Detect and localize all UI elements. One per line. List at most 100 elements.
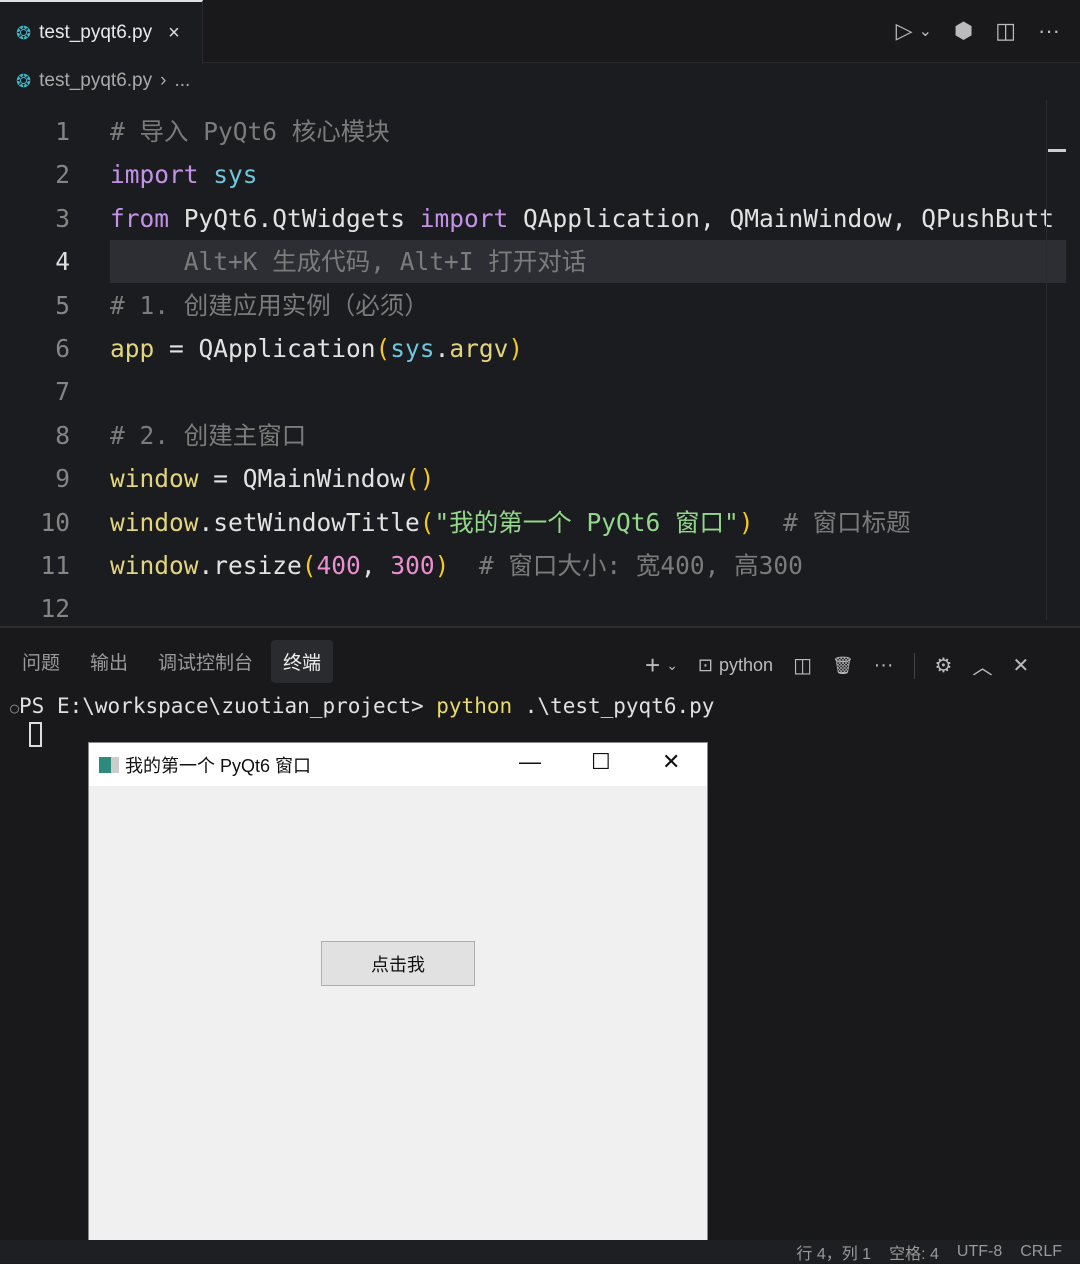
code-line[interactable]: # 1. 创建应用实例（必须） [110,284,429,327]
code-token: import [110,160,199,190]
code-token: "我的第一个 PyQt6 窗口" [434,507,739,537]
code-line[interactable]: Alt+K 生成代码, Alt+I 打开对话 [110,240,587,283]
app-icon [99,756,119,773]
code-token: argv [449,334,509,363]
status-dot-icon: ○ [10,699,20,717]
code-token: # 窗口标题 [753,507,911,537]
close-icon[interactable]: × [168,22,180,45]
line-number: 9 [55,464,70,494]
code-token: ) [738,507,754,537]
python-file-icon: ❂ [16,22,32,43]
run-icon[interactable]: ▷ [896,18,913,44]
code-token: ( [419,507,435,537]
code-line[interactable]: # 2. 创建主窗口 [110,414,306,457]
code-token: = QMainWindow [198,464,406,494]
code-token: () [405,464,435,494]
chevron-down-icon[interactable]: ⌄ [919,21,932,41]
breadcrumb: ❂ test_pyqt6.py › ... [16,70,190,92]
line-number: 1 [55,117,70,146]
code-token: . [434,334,450,363]
code-token: sys [213,160,258,190]
code-token: window [110,464,199,494]
split-editor-icon[interactable]: ◫ [995,18,1016,44]
code-token: ) [508,334,524,363]
split-terminal-icon[interactable]: ◫ [793,653,812,678]
code-token: PyQt6.QtWidgets [169,203,420,233]
divider [913,652,915,679]
tab-terminal[interactable]: 终端 [271,640,334,683]
cursor-position[interactable]: 行 4，列 1 [796,1240,871,1264]
add-terminal-icon[interactable]: + [645,650,660,681]
tab-debug-console[interactable]: 调试控制台 [146,640,265,683]
chevron-right-icon: › [160,70,167,91]
code-token: # 导入 PyQt6 核心模块 [110,117,390,146]
more-icon[interactable]: ··· [1038,18,1060,44]
maximize-icon[interactable]: ☐ [591,749,611,775]
settings-icon[interactable]: ⚙ [935,653,953,678]
close-panel-icon[interactable]: ✕ [1012,653,1029,678]
code-line[interactable]: window.resize(400, 300) # 窗口大小: 宽400, 高3… [110,544,803,587]
line-number: 10 [40,507,70,537]
terminal-cursor [29,722,42,747]
tab-test-pyqt6[interactable]: ❂ test_pyqt6.py × [0,0,203,64]
code-token: window [110,551,199,580]
line-number: 2 [55,160,70,190]
line-number: 3 [55,203,70,233]
code-token: .setWindowTitle [198,507,420,537]
prompt: PS E:\workspace\zuotian_project> [19,694,437,718]
command: python [436,694,513,718]
qt-titlebar[interactable]: 我的第一个 PyQt6 窗口 — ☐ ✕ [89,743,707,786]
extension-icon[interactable]: ⬢ [954,18,973,44]
maximize-panel-icon[interactable]: ︿ [972,651,992,680]
code-token: # 2. 创建主窗口 [110,420,307,450]
code-line[interactable]: # 导入 PyQt6 核心模块 [110,110,390,153]
code-line[interactable]: app = QApplication(sys.argv) [110,327,523,370]
code-token: Alt+K 生成代码, Alt+I 打开对话 [110,247,587,277]
shell-name: python [719,655,774,675]
code-token: ( [375,334,391,363]
code-token: ( [301,551,317,580]
tab-output[interactable]: 输出 [78,640,140,683]
code-token: 400 [316,551,361,580]
line-number: 6 [55,334,70,363]
encoding[interactable]: UTF-8 [957,1243,1002,1261]
scroll-cursor-marker [1048,149,1066,152]
chevron-down-icon[interactable]: ⌄ [666,657,678,674]
code-token: app [110,334,155,363]
code-token: window [110,507,199,537]
line-ending[interactable]: CRLF [1020,1243,1062,1261]
code-token: = QApplication [154,334,376,363]
click-me-button[interactable]: 点击我 [321,941,475,986]
terminal-output[interactable]: ○PS E:\workspace\zuotian_project> python… [10,694,714,718]
close-icon[interactable]: ✕ [662,749,680,775]
code-token: , [360,551,391,580]
code-token: ) [434,551,450,580]
code-line[interactable]: window.setWindowTitle("我的第一个 PyQt6 窗口") … [110,501,911,544]
code-token: sys [390,334,435,363]
more-icon[interactable]: ··· [874,654,894,677]
tab-problems[interactable]: 问题 [10,640,72,683]
line-number: 11 [40,551,70,580]
code-token: from [110,203,170,233]
breadcrumb-more[interactable]: ... [174,70,190,92]
line-number: 4 [55,247,70,277]
code-token: QApplication, QMainWindow, QPushButt [508,203,1055,233]
indentation[interactable]: 空格: 4 [889,1240,939,1264]
qt-window-title: 我的第一个 PyQt6 窗口 [125,755,312,776]
trash-icon[interactable]: 🗑 [832,656,854,676]
minimize-icon[interactable]: — [519,749,541,775]
code-token: import [419,203,509,233]
editor-actions: ▷ ⌄ ⬢ ◫ ··· [896,18,1060,44]
terminal-icon: ⊡ [697,655,714,675]
scrollbar[interactable] [1046,100,1068,620]
code-line[interactable]: from PyQt6.QtWidgets import QApplication… [110,197,1054,240]
code-line[interactable]: import sys [110,153,258,196]
code-token: # 窗口大小: 宽400, 高300 [449,551,803,580]
code-token: .resize [198,551,302,580]
code-line[interactable]: window = QMainWindow() [110,457,435,500]
terminal-instance[interactable]: ⊡ python [698,655,773,676]
breadcrumb-file[interactable]: test_pyqt6.py [39,70,152,92]
qt-window: 我的第一个 PyQt6 窗口 — ☐ ✕ 点击我 [88,742,708,1250]
tab-label: test_pyqt6.py [39,22,153,43]
